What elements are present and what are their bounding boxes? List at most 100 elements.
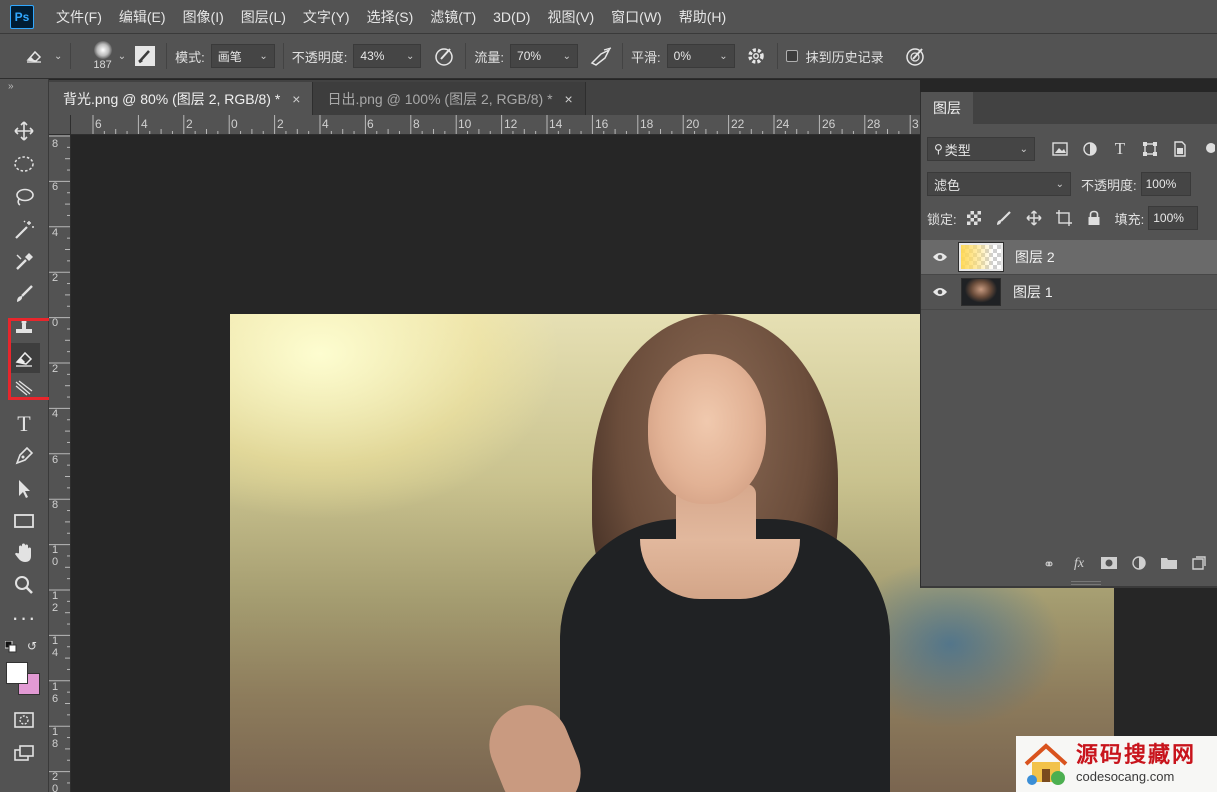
menu-image[interactable]: 图像(I) (183, 7, 224, 27)
photoshop-logo: Ps (10, 4, 34, 29)
filter-type-icon[interactable]: T (1109, 138, 1131, 160)
ruler-label: 28 (867, 117, 881, 131)
ruler-label: 16 (595, 117, 609, 131)
brush-preset-picker[interactable]: 187 (93, 41, 112, 71)
collapse-icon[interactable]: » (8, 81, 14, 92)
divider (622, 43, 624, 69)
flow-field[interactable]: 70% ⌄ (510, 44, 579, 68)
folder-icon[interactable] (1154, 556, 1184, 572)
filter-toggle-icon[interactable] (1199, 138, 1217, 160)
ruler-label: 1 2 (52, 590, 59, 614)
pen-tool-icon[interactable] (8, 441, 40, 471)
filter-shape-icon[interactable] (1139, 138, 1161, 160)
ruler-label: 4 (52, 227, 59, 239)
pressure-opacity-icon[interactable] (431, 43, 457, 69)
menu-layer[interactable]: 图层(L) (241, 7, 286, 27)
tab-layers[interactable]: 图层 (921, 92, 973, 124)
layer-thumbnail (961, 278, 1001, 306)
magic-wand-tool-icon[interactable] (8, 215, 40, 245)
add-mask-icon[interactable] (1094, 556, 1124, 572)
layer-filter-select[interactable]: ⚲ 类型 ⌄ (927, 137, 1035, 161)
ruler-label: 0 (231, 117, 238, 131)
layer-style-icon[interactable]: fx (1064, 556, 1094, 572)
eraser-preset-icon[interactable] (22, 43, 48, 69)
watermark: 源码搜藏网 codesocang.com (1016, 736, 1217, 792)
lock-label: 锁定: (927, 211, 957, 227)
adjustment-layer-icon[interactable] (1124, 555, 1154, 573)
filter-adjustment-icon[interactable] (1079, 138, 1101, 160)
ruler-label: 4 (52, 408, 59, 420)
layer-opacity-field[interactable]: 100% (1140, 172, 1191, 196)
filter-smart-object-icon[interactable] (1169, 138, 1191, 160)
horizontal-ruler[interactable]: 6 4 2 0 2 4 6 8 10 12 14 16 18 20 22 24 … (71, 115, 920, 135)
smooth-field[interactable]: 0% ⌄ (666, 44, 735, 68)
vertical-ruler[interactable]: 8 6 4 2 0 2 4 6 8 1 0 1 2 1 4 1 6 1 8 2 … (49, 135, 71, 792)
chevron-down-icon[interactable]: ⌄ (54, 51, 62, 62)
ruler-label: 6 (52, 181, 59, 193)
marquee-tool-icon[interactable] (8, 149, 40, 179)
blend-mode-row: 滤色 ⌄ 不透明度: 100% (927, 172, 1191, 196)
default-colors-icon[interactable] (4, 640, 17, 653)
eye-icon[interactable] (921, 287, 959, 297)
menu-help[interactable]: 帮助(H) (679, 7, 726, 27)
menu-edit[interactable]: 编辑(E) (119, 7, 166, 27)
erase-to-history-checkbox[interactable] (785, 50, 798, 62)
lock-row: 锁定: 填充: 100% (927, 206, 1199, 230)
tab-sunrise[interactable]: 日出.png @ 100% (图层 2, RGB/8) * × (313, 82, 586, 115)
lock-pixels-icon[interactable] (993, 207, 1015, 229)
close-icon[interactable]: × (292, 91, 300, 107)
layer-row-layer-1[interactable]: 图层 1 (921, 275, 1217, 310)
link-layers-icon[interactable]: ⚭ (1034, 556, 1064, 573)
tab-label: 日出.png @ 100% (图层 2, RGB/8) * (327, 90, 553, 107)
blend-mode-select[interactable]: 滤色 ⌄ (927, 172, 1071, 196)
quick-mask-icon[interactable] (8, 705, 40, 735)
gear-icon[interactable] (743, 43, 769, 69)
menu-type[interactable]: 文字(Y) (303, 7, 350, 27)
layer-row-layer-2[interactable]: 图层 2 (921, 240, 1217, 275)
rectangle-tool-icon[interactable] (8, 506, 40, 536)
lock-all-icon[interactable] (1083, 207, 1105, 229)
screen-mode-icon[interactable] (8, 738, 40, 768)
layers-panel: 图层 ⚲ 类型 ⌄ T 滤色 ⌄ 不透明度: 100% 锁定: 填充: 100%… (920, 92, 1217, 588)
type-tool-icon[interactable]: T (8, 409, 40, 439)
brush-tool-icon[interactable] (8, 279, 40, 309)
lock-position-icon[interactable] (1023, 207, 1045, 229)
menu-file[interactable]: 文件(F) (56, 7, 102, 27)
layer-filter-value: 类型 (944, 142, 971, 158)
panel-resize-grip[interactable] (1071, 581, 1101, 585)
menu-select[interactable]: 选择(S) (367, 7, 414, 27)
more-tools-icon[interactable]: ··· (8, 603, 40, 633)
opacity-field[interactable]: 43% ⌄ (353, 44, 422, 68)
menu-view[interactable]: 视图(V) (547, 7, 594, 27)
document-tabs: 背光.png @ 80% (图层 2, RGB/8) * × 日出.png @ … (49, 80, 920, 115)
filter-pixel-icon[interactable] (1049, 138, 1071, 160)
tab-backlight[interactable]: 背光.png @ 80% (图层 2, RGB/8) * × (49, 82, 314, 115)
swap-colors-icon[interactable]: ↺ (27, 639, 41, 653)
lasso-tool-icon[interactable] (8, 182, 40, 212)
chevron-down-icon[interactable]: ⌄ (118, 51, 126, 62)
pressure-size-icon[interactable] (902, 43, 928, 69)
menu-3d[interactable]: 3D(D) (493, 9, 530, 25)
mode-select[interactable]: 画笔 ⌄ (210, 44, 275, 68)
fill-label: 填充: (1114, 211, 1145, 227)
path-selection-tool-icon[interactable] (8, 474, 40, 504)
eye-icon[interactable] (921, 252, 959, 262)
lock-artboard-icon[interactable] (1053, 207, 1075, 229)
brush-settings-icon[interactable] (132, 43, 158, 69)
divider (70, 43, 72, 69)
layers-panel-tabs: 图层 (921, 92, 1217, 124)
ruler-corner (49, 115, 71, 135)
zoom-tool-icon[interactable] (8, 570, 40, 600)
close-icon[interactable]: × (565, 91, 573, 107)
new-layer-icon[interactable] (1184, 555, 1214, 573)
menu-window[interactable]: 窗口(W) (611, 7, 662, 27)
move-tool-icon[interactable] (8, 116, 40, 146)
airbrush-icon[interactable] (588, 43, 614, 69)
fill-field[interactable]: 100% (1148, 206, 1199, 230)
foreground-color-swatch[interactable] (6, 662, 28, 684)
eyedropper-tool-icon[interactable] (8, 247, 40, 277)
image-subject-face (648, 354, 766, 504)
menu-filter[interactable]: 滤镜(T) (430, 7, 476, 27)
hand-tool-icon[interactable] (8, 538, 40, 568)
lock-transparent-icon[interactable] (963, 207, 985, 229)
